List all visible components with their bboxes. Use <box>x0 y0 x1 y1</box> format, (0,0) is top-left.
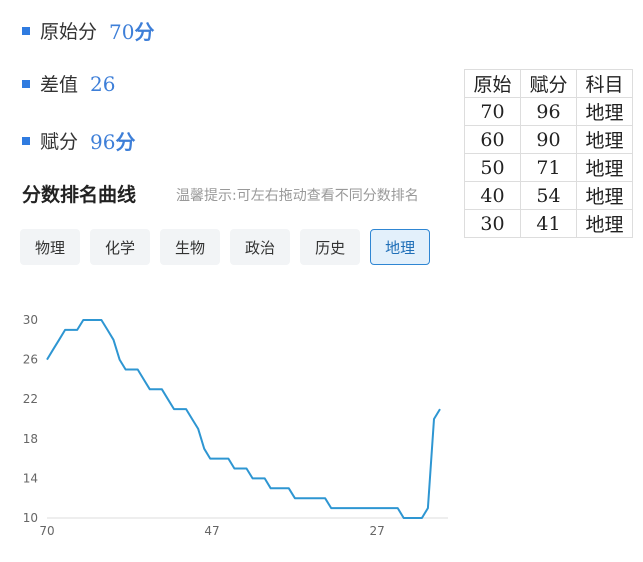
tab-history[interactable]: 历史 <box>300 229 361 265</box>
stat-value: 96分 <box>90 130 136 154</box>
stat-difference: 差值 26 <box>22 70 115 97</box>
stat-assigned-score: 赋分 96分 <box>22 126 135 155</box>
table-row: 40 54 地理 <box>464 181 633 210</box>
y-tick-label: 10 <box>23 511 38 525</box>
table-row: 60 90 地理 <box>464 125 633 154</box>
subject-tabs: 物理 化学 生物 政治 历史 地理 <box>20 229 431 265</box>
table-header-row: 原始 赋分 科目 <box>464 69 633 98</box>
y-tick-label: 18 <box>23 432 38 446</box>
table-cell: 90 <box>520 125 577 154</box>
table-cell: 50 <box>464 153 521 182</box>
table-cell: 40 <box>464 181 521 210</box>
y-tick-label: 30 <box>23 313 38 327</box>
table-cell: 30 <box>464 209 521 238</box>
table-cell: 地理 <box>576 153 633 182</box>
table-header: 科目 <box>576 69 633 98</box>
score-conversion-table: 原始 赋分 科目 70 96 地理 60 90 地理 50 71 地理 40 5… <box>464 69 633 238</box>
table-cell: 地理 <box>576 97 633 126</box>
tab-biology[interactable]: 生物 <box>160 229 221 265</box>
stat-label: 原始分 <box>40 21 98 43</box>
series-line <box>46 319 441 519</box>
bullet-square-icon <box>22 136 30 145</box>
table-cell: 地理 <box>576 181 633 210</box>
table-row: 30 41 地理 <box>464 209 633 238</box>
table-row: 70 96 地理 <box>464 97 633 126</box>
tab-chemistry[interactable]: 化学 <box>90 229 151 265</box>
table-cell: 71 <box>520 153 577 182</box>
tab-politics[interactable]: 政治 <box>230 229 291 265</box>
bullet-square-icon <box>22 79 30 88</box>
stat-label: 赋分 <box>40 131 79 153</box>
y-tick-label: 14 <box>23 471 38 485</box>
table-header: 原始 <box>464 69 521 98</box>
bullet-square-icon <box>22 26 30 35</box>
y-tick-label: 22 <box>23 392 38 406</box>
stat-raw-score: 原始分 70分 <box>22 16 154 45</box>
table-cell: 41 <box>520 209 577 238</box>
stat-value: 70分 <box>109 20 155 44</box>
stat-label: 差值 <box>40 74 79 96</box>
table-cell: 60 <box>464 125 521 154</box>
x-tick-label: 70 <box>39 524 54 538</box>
section-title: 分数排名曲线 <box>22 184 137 206</box>
x-tick-label: 27 <box>369 524 384 538</box>
table-cell: 地理 <box>576 125 633 154</box>
stat-value: 26 <box>90 71 116 96</box>
score-rank-chart[interactable]: 10 14 18 22 26 30 70 47 27 <box>0 300 643 562</box>
tab-physics[interactable]: 物理 <box>20 229 81 265</box>
table-header: 赋分 <box>520 69 577 98</box>
drag-tip: 温馨提示:可左右拖动查看不同分数排名 <box>176 188 419 204</box>
table-row: 50 71 地理 <box>464 153 633 182</box>
table-cell: 地理 <box>576 209 633 238</box>
table-cell: 70 <box>464 97 521 126</box>
table-cell: 96 <box>520 97 577 126</box>
y-tick-label: 26 <box>23 353 38 367</box>
x-tick-label: 47 <box>204 524 219 538</box>
tab-geography[interactable]: 地理 <box>370 229 431 265</box>
table-cell: 54 <box>520 181 577 210</box>
